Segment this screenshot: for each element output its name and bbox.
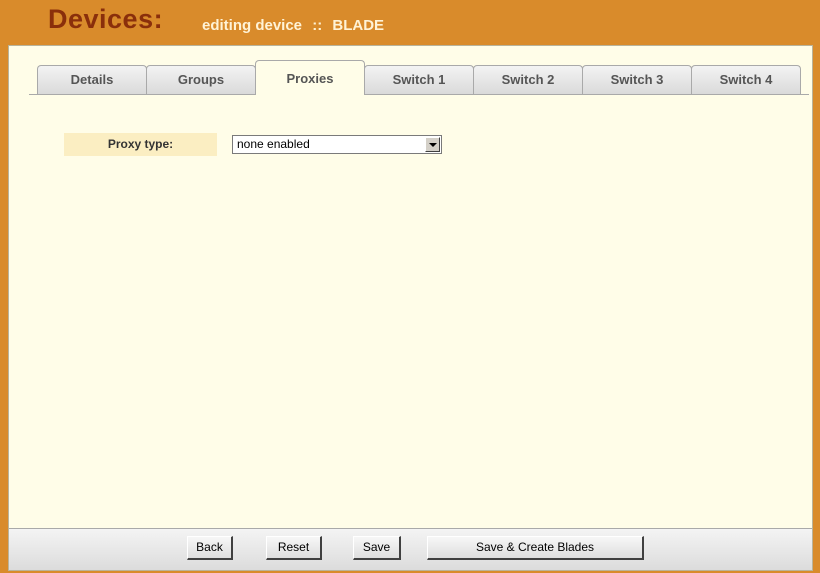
- tab-groups[interactable]: Groups: [146, 65, 256, 94]
- editor-panel: Details Groups Proxies Switch 1 Switch 2…: [8, 45, 813, 571]
- tab-switch-4[interactable]: Switch 4: [691, 65, 801, 94]
- header-bar: Devices: editing device :: BLADE: [0, 0, 820, 44]
- tab-switch-3[interactable]: Switch 3: [582, 65, 692, 94]
- page-title: Devices:: [48, 4, 164, 34]
- save-button[interactable]: Save: [353, 536, 401, 560]
- button-bar: Back Reset Save Save & Create Blades: [9, 528, 812, 570]
- back-button[interactable]: Back: [187, 536, 233, 560]
- save-create-blades-button[interactable]: Save & Create Blades: [427, 536, 644, 560]
- subtitle-prefix: editing device: [202, 17, 303, 34]
- reset-button[interactable]: Reset: [266, 536, 322, 560]
- tab-details[interactable]: Details: [37, 65, 147, 94]
- tab-proxies[interactable]: Proxies: [255, 60, 365, 95]
- chevron-down-icon[interactable]: [425, 137, 440, 152]
- proxy-type-label: Proxy type:: [64, 133, 217, 156]
- tab-baseline: [29, 94, 809, 95]
- tab-strip: Details Groups Proxies Switch 1 Switch 2…: [9, 46, 812, 97]
- device-name: BLADE: [332, 17, 385, 34]
- proxy-type-value: none enabled: [237, 137, 310, 151]
- tab-switch-1[interactable]: Switch 1: [364, 65, 474, 94]
- page-subtitle: editing device :: BLADE: [202, 17, 384, 34]
- subtitle-separator: ::: [312, 17, 323, 34]
- proxy-type-select[interactable]: none enabled: [232, 135, 442, 154]
- window-frame: Devices: editing device :: BLADE Details…: [0, 0, 820, 573]
- tab-switch-2[interactable]: Switch 2: [473, 65, 583, 94]
